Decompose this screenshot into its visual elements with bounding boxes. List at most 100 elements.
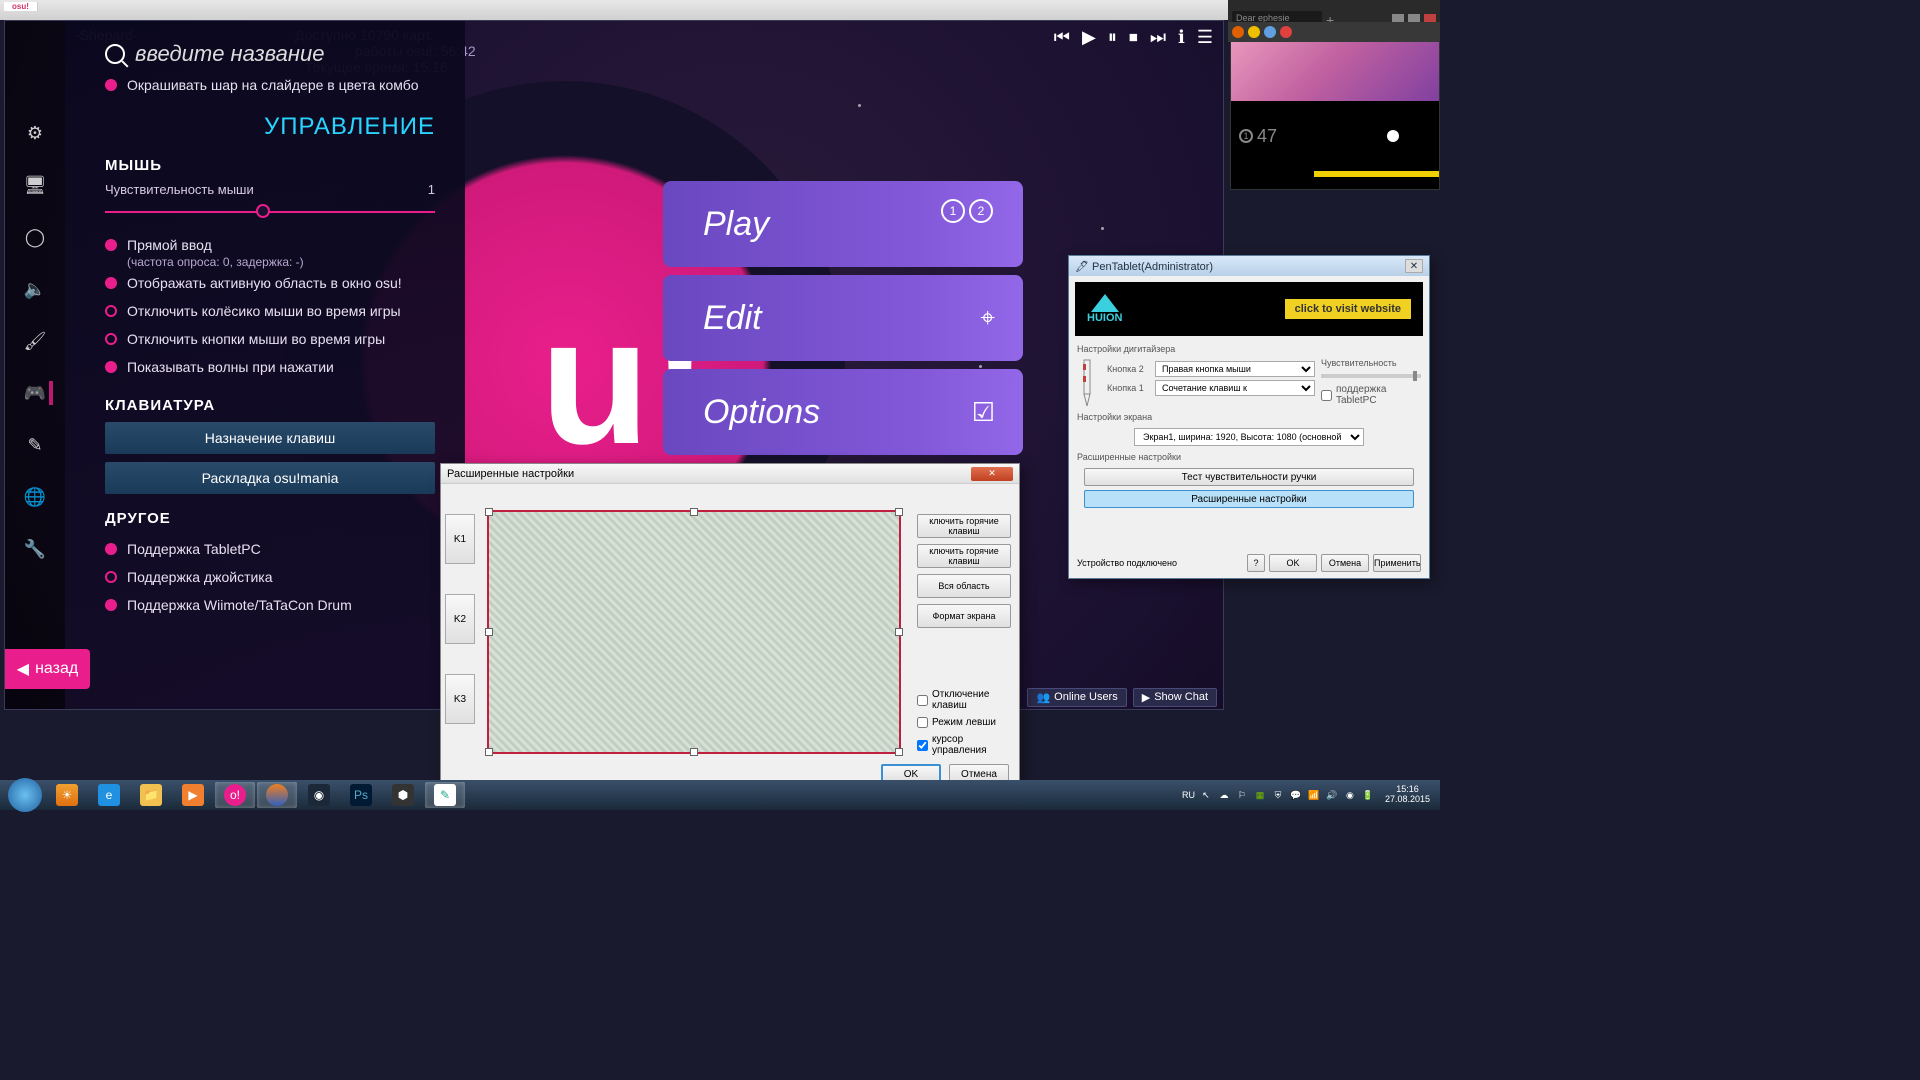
tray-cloud-icon[interactable]: ☁	[1217, 788, 1231, 802]
sensitivity-label: Чувствительность мыши	[105, 182, 254, 197]
key-bindings-button[interactable]: Назначение клавиш	[105, 422, 435, 454]
gear-icon[interactable]: ⚙	[23, 121, 47, 145]
disable-keys-check[interactable]: Отключение клавиш	[917, 689, 1011, 711]
tray-cursor-icon[interactable]: ↖	[1199, 788, 1213, 802]
tray-battery-icon[interactable]: 🔋	[1361, 788, 1375, 802]
volume-icon[interactable]: 🔈	[23, 277, 47, 301]
firefox-abp-icon[interactable]	[1280, 26, 1292, 38]
apply-button[interactable]: Применить	[1373, 554, 1421, 572]
key-k1[interactable]: K1	[445, 514, 475, 564]
button2-select[interactable]: Правая кнопка мыши	[1155, 361, 1315, 377]
tray-volume-icon[interactable]: 🔊	[1325, 788, 1339, 802]
key-k2[interactable]: K2	[445, 594, 475, 644]
task-pentablet[interactable]: ✎	[425, 782, 465, 808]
gamepad-icon[interactable]: 🎮	[29, 381, 53, 405]
task-steam[interactable]: ◉	[299, 782, 339, 808]
info-icon[interactable]: ℹ	[1178, 27, 1185, 48]
opt-disable-buttons[interactable]: Отключить кнопки мыши во время игры	[105, 325, 435, 353]
prev-icon[interactable]: ⏮	[1054, 27, 1070, 48]
tray-lang[interactable]: RU	[1182, 790, 1195, 800]
tray-nvidia-icon[interactable]: ▦	[1253, 788, 1267, 802]
edit-button[interactable]: Edit ⌖	[663, 275, 1023, 361]
opt-ripples[interactable]: Показывать волны при нажатии	[105, 353, 435, 381]
options-search[interactable]: введите название	[105, 41, 435, 67]
express-keys: K1 K2 K3	[441, 484, 479, 764]
task-photoshop[interactable]: Ps	[341, 782, 381, 808]
test-pressure-button[interactable]: Тест чувствительности ручки	[1084, 468, 1414, 486]
opt-wiimote[interactable]: Поддержка Wiimote/TaTaCon Drum	[105, 591, 435, 619]
task-weather[interactable]: ☀	[47, 782, 87, 808]
screen-label: Настройки экрана	[1069, 410, 1429, 424]
ok-button[interactable]: OK	[1269, 554, 1317, 572]
pentablet-titlebar[interactable]: 🖊 PenTablet(Administrator) ✕	[1069, 256, 1429, 276]
visit-website-button[interactable]: click to visit website	[1285, 299, 1411, 319]
task-media[interactable]: ▶	[173, 782, 213, 808]
opt-disable-wheel[interactable]: Отключить колёсико мыши во время игры	[105, 297, 435, 325]
video-preview: 1 47	[1230, 20, 1440, 190]
firefox-icon	[1232, 26, 1244, 38]
tray-chat-icon[interactable]: 💬	[1289, 788, 1303, 802]
enable-hotkeys-button[interactable]: ключить горячие клавиш	[917, 514, 1011, 538]
close-icon[interactable]: ✕	[971, 467, 1013, 481]
cursor-control-check[interactable]: курсор управления	[917, 734, 1011, 756]
online-users-button[interactable]: 👥 Online Users	[1027, 688, 1126, 707]
full-area-button[interactable]: Вся область	[917, 574, 1011, 598]
task-firefox[interactable]	[257, 782, 297, 808]
firefox-toolbar	[1228, 22, 1440, 42]
button1-select[interactable]: Сочетание клавиш к	[1155, 380, 1315, 396]
options-button[interactable]: Options ☑	[663, 369, 1023, 455]
tabletpc-check[interactable]: поддержка TabletPC	[1321, 384, 1421, 406]
firefox-home-icon[interactable]	[1264, 26, 1276, 38]
start-button[interactable]	[8, 778, 42, 812]
screen-select[interactable]: Экран1, ширина: 1920, Высота: 1080 (осно…	[1134, 428, 1364, 446]
list-icon[interactable]: ☰	[1197, 27, 1213, 48]
disable-hotkeys-button[interactable]: ключить горячие клавиш	[917, 544, 1011, 568]
opt-tabletpc[interactable]: Поддержка TabletPC	[105, 535, 435, 563]
subsection-mouse: МЫШЬ	[105, 157, 435, 174]
subsection-keyboard: КЛАВИАТУРА	[105, 397, 435, 414]
monitor-icon[interactable]: 🖥	[23, 173, 47, 197]
tablet-area[interactable]	[487, 510, 901, 754]
help-button[interactable]: ?	[1247, 554, 1265, 572]
sensitivity-slider[interactable]	[105, 201, 435, 221]
screen-format-button[interactable]: Формат экрана	[917, 604, 1011, 628]
wrench-icon[interactable]: 🔧	[23, 537, 47, 561]
section-control: УПРАВЛЕНИЕ	[105, 113, 435, 141]
tray-shield-icon[interactable]: ⛨	[1271, 788, 1285, 802]
left-handed-check[interactable]: Режим левши	[917, 717, 1011, 728]
circle-icon[interactable]: ◯	[23, 225, 47, 249]
next-icon[interactable]: ⏭	[1150, 27, 1166, 48]
tray-clock[interactable]: 15:16 27.08.2015	[1385, 785, 1430, 805]
play-icon[interactable]: ▶	[1082, 27, 1096, 48]
mania-layout-button[interactable]: Раскладка osu!mania	[105, 462, 435, 494]
pen-icon	[1077, 358, 1097, 408]
browser-tab-osu[interactable]: osu!	[4, 2, 38, 11]
cancel-button[interactable]: Отмена	[1321, 554, 1369, 572]
advanced-settings-button[interactable]: Расширенные настройки	[1084, 490, 1414, 508]
opt-tint-slider-ball[interactable]: Окрашивать шар на слайдере в цвета комбо	[105, 71, 435, 99]
globe-icon[interactable]: 🌐	[23, 485, 47, 509]
show-chat-button[interactable]: ▶ Show Chat	[1133, 688, 1217, 707]
opt-map-area[interactable]: Отображать активную область в окно osu!	[105, 269, 435, 297]
pause-icon[interactable]: ⏸	[1108, 27, 1117, 48]
osu-gameplay-preview: 1 47	[1231, 101, 1439, 171]
music-player-controls: ⏮ ▶ ⏸ ⏹ ⏭ ℹ ☰	[1054, 27, 1213, 48]
task-unknown[interactable]: ⬢	[383, 782, 423, 808]
options-sidebar: ⚙ 🖥 ◯ 🔈 🖌 🎮 ✎ 🌐 🔧	[5, 21, 65, 709]
tray-flag-icon[interactable]: ⚐	[1235, 788, 1249, 802]
dialog-titlebar[interactable]: Расширенные настройки ✕	[441, 464, 1019, 484]
pencil-icon[interactable]: ✎	[23, 433, 47, 457]
task-ie[interactable]: e	[89, 782, 129, 808]
back-button[interactable]: ◀назад	[5, 649, 90, 689]
tray-network-icon[interactable]: 📶	[1307, 788, 1321, 802]
stop-icon[interactable]: ⏹	[1129, 27, 1138, 48]
tray-steam-icon[interactable]: ◉	[1343, 788, 1357, 802]
play-button[interactable]: Play 1 2	[663, 181, 1023, 267]
opt-joystick[interactable]: Поддержка джойстика	[105, 563, 435, 591]
key-k3[interactable]: K3	[445, 674, 475, 724]
task-osu[interactable]: o!	[215, 782, 255, 808]
close-icon[interactable]: ✕	[1405, 259, 1423, 273]
brush-icon[interactable]: 🖌	[23, 329, 47, 353]
task-explorer[interactable]: 📁	[131, 782, 171, 808]
firefox-bookmark-icon[interactable]	[1248, 26, 1260, 38]
